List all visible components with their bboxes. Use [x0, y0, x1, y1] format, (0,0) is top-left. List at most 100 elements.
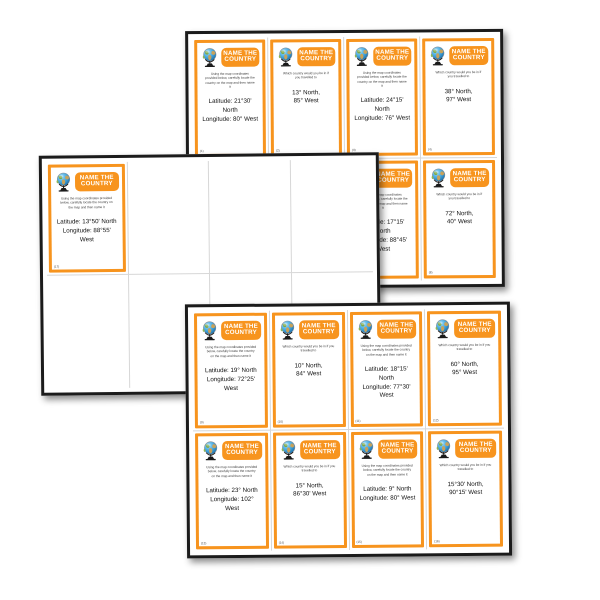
name-the-country-card[interactable]: NAME THE COUNTRY Using the map coordinate…: [351, 431, 425, 548]
card-header: NAME THE COUNTRY: [54, 170, 119, 193]
globe-icon: [356, 318, 375, 339]
card-instruction-text: Using the map coordinates provided below…: [205, 345, 257, 358]
card-title-banner: NAME THE COUNTRY: [299, 320, 339, 339]
card-header: NAME THE COUNTRY: [434, 437, 496, 460]
card-inner: NAME THE COUNTRYWhich country would you …: [431, 434, 500, 545]
name-the-country-card[interactable]: NAME THE COUNTRY Using the map coordinate…: [194, 313, 268, 429]
card-number: (15): [356, 540, 361, 544]
card-number: (12): [433, 418, 438, 422]
globe-icon: [54, 171, 73, 192]
card-instruction-text: Which country would you be in if you tra…: [433, 70, 485, 79]
globe-icon: [357, 438, 376, 459]
card-inner: NAME THE COUNTRY Which country would you …: [275, 315, 343, 425]
card-inner: NAME THE COUNTRY Using the map coordinate…: [51, 167, 123, 270]
card-coordinates: 15° North, 86°30' West: [280, 482, 338, 500]
card-instruction-text: Which country would you be in if you tra…: [282, 344, 334, 353]
globe-icon: [433, 318, 452, 339]
name-the-country-card[interactable]: NAME THE COUNTRY Which country would you …: [422, 38, 495, 155]
card-header: NAME THE COUNTRY: [352, 45, 411, 67]
card-header: NAME THE COUNTRY: [201, 439, 262, 462]
card-instruction-text: Which country would you be in if you tra…: [433, 192, 485, 201]
globe-icon: [428, 45, 447, 66]
name-the-country-card[interactable]: NAME THE COUNTRYWhich country would you …: [273, 432, 347, 549]
name-the-country-card[interactable]: NAME THE COUNTRY Which country would you …: [272, 312, 346, 428]
card-coordinates: Latitude: 13°50' North Longitude: 88°55'…: [56, 218, 118, 245]
name-the-country-card[interactable]: NAME THE COUNTRY Which country would you …: [270, 39, 342, 156]
card-inner: NAME THE COUNTRYWhich country would you …: [276, 435, 344, 546]
card-cell: NAME THE COUNTRYWhich country would you …: [421, 158, 498, 281]
name-the-country-card[interactable]: NAME THE COUNTRY Using the map coordinate…: [195, 433, 269, 550]
card-cell: NAME THE COUNTRY Which country would you …: [268, 37, 345, 160]
globe-icon: [429, 167, 448, 188]
name-the-country-card[interactable]: NAME THE COUNTRYUsing the map coordinate…: [194, 40, 266, 157]
card-instruction-text: Which country would you be in if you tra…: [438, 343, 491, 352]
card-cell: NAME THE COUNTRY Which country would you …: [425, 309, 504, 430]
card-title-banner: NAME THE COUNTRY: [221, 320, 261, 339]
card-header: NAME THE COUNTRY: [428, 44, 488, 66]
card-coordinates: Latitude: 9° North Longitude: 80° West: [358, 485, 416, 503]
card-coordinates: 10° North, 84° West: [279, 362, 337, 380]
card-inner: NAME THE COUNTRYUsing the map coordinate…: [197, 43, 263, 154]
card-number: (16): [434, 539, 439, 543]
card-cell: NAME THE COUNTRY Using the map coordinate…: [193, 431, 272, 552]
card-number: (3): [352, 148, 356, 152]
globe-icon: [434, 438, 453, 459]
card-number: (1): [200, 149, 204, 153]
card-inner: NAME THE COUNTRY Using the map coordinate…: [198, 436, 266, 547]
name-the-country-card[interactable]: NAME THE COUNTRYWhich country would you …: [428, 431, 503, 548]
name-the-country-card[interactable]: NAME THE COUNTRYUsing the map coordinate…: [346, 38, 418, 155]
card-number: (10): [278, 420, 283, 424]
card-title-banner: NAME THE COUNTRY: [378, 439, 418, 458]
card-number: (9): [200, 420, 204, 424]
card-coordinates: Latitude: 21°30' North Longitude: 80° We…: [202, 98, 259, 125]
card-title-banner: NAME THE COUNTRY: [454, 318, 495, 337]
card-title-banner: NAME THE COUNTRY: [377, 319, 417, 338]
card-title-banner: NAME THE COUNTRY: [297, 47, 335, 66]
globe-icon: [279, 439, 298, 460]
card-number: (2): [276, 148, 280, 152]
worksheet-sheet-bottom[interactable]: NAME THE COUNTRY Using the map coordinate…: [185, 302, 512, 559]
card-number: (17): [54, 265, 59, 269]
card-coordinates: 13° North, 85° West: [278, 89, 335, 107]
card-header: NAME THE COUNTRY: [200, 46, 259, 68]
globe-icon: [201, 440, 220, 461]
card-instruction-text: Using the map coordinates provided below…: [360, 343, 412, 356]
card-title-banner: NAME THE COUNTRY: [374, 168, 412, 187]
card-number: (13): [201, 541, 206, 545]
card-cell: NAME THE COUNTRY Using the map coordinate…: [347, 309, 426, 430]
card-inner: NAME THE COUNTRY Using the map coordinate…: [352, 314, 420, 424]
empty-grid-cell: [209, 160, 292, 274]
card-cell: NAME THE COUNTRY Which country would you …: [420, 36, 497, 159]
card-header: NAME THE COUNTRY: [278, 318, 339, 341]
card-instruction-text: Using the map coordinates provided below…: [59, 196, 115, 210]
card-title-banner: NAME THE COUNTRY: [455, 438, 496, 457]
card-instruction-text: Which country would you be in if you tra…: [281, 71, 332, 80]
card-inner: NAME THE COUNTRYUsing the map coordinate…: [349, 42, 415, 153]
card-instruction-text: Using the map coordinates provided below…: [361, 463, 413, 476]
card-title-banner: NAME THE COUNTRY: [373, 46, 411, 65]
name-the-country-card[interactable]: NAME THE COUNTRY Using the map coordinate…: [48, 164, 126, 273]
card-title-banner: NAME THE COUNTRY: [75, 171, 119, 190]
card-number: (8): [429, 270, 433, 274]
card-cell: NAME THE COUNTRYUsing the map coordinate…: [192, 38, 269, 161]
card-coordinates: Latitude: 18°15' North Longitude: 77°30'…: [357, 365, 416, 401]
globe-icon: [200, 46, 219, 67]
card-coordinates: Latitude: 19° North Longitude: 72°25' We…: [202, 367, 261, 394]
card-inner: NAME THE COUNTRY Which country would you …: [273, 42, 339, 153]
empty-grid-cell: [47, 275, 130, 389]
name-the-country-card[interactable]: NAME THE COUNTRYWhich country would you …: [423, 160, 496, 278]
globe-icon: [276, 46, 295, 67]
card-coordinates: 15°30' North, 90°15' West: [436, 480, 495, 498]
card-cell: NAME THE COUNTRY Using the map coordinate…: [46, 162, 129, 276]
card-title-banner: NAME THE COUNTRY: [221, 47, 259, 66]
card-coordinates: 38° North, 97° West: [430, 88, 488, 106]
card-title-banner: NAME THE COUNTRY: [222, 440, 262, 459]
globe-icon: [278, 319, 297, 340]
card-instruction-text: Using the map coordinates provided below…: [206, 465, 258, 478]
card-cell: NAME THE COUNTRYWhich country would you …: [271, 430, 350, 551]
card-cell: NAME THE COUNTRY Using the map coordinate…: [192, 311, 271, 432]
name-the-country-card[interactable]: NAME THE COUNTRY Using the map coordinate…: [349, 311, 423, 427]
name-the-country-card[interactable]: NAME THE COUNTRY Which country would you …: [427, 311, 502, 427]
card-header: NAME THE COUNTRY: [357, 437, 418, 460]
card-cell: NAME THE COUNTRYWhich country would you …: [426, 429, 505, 550]
